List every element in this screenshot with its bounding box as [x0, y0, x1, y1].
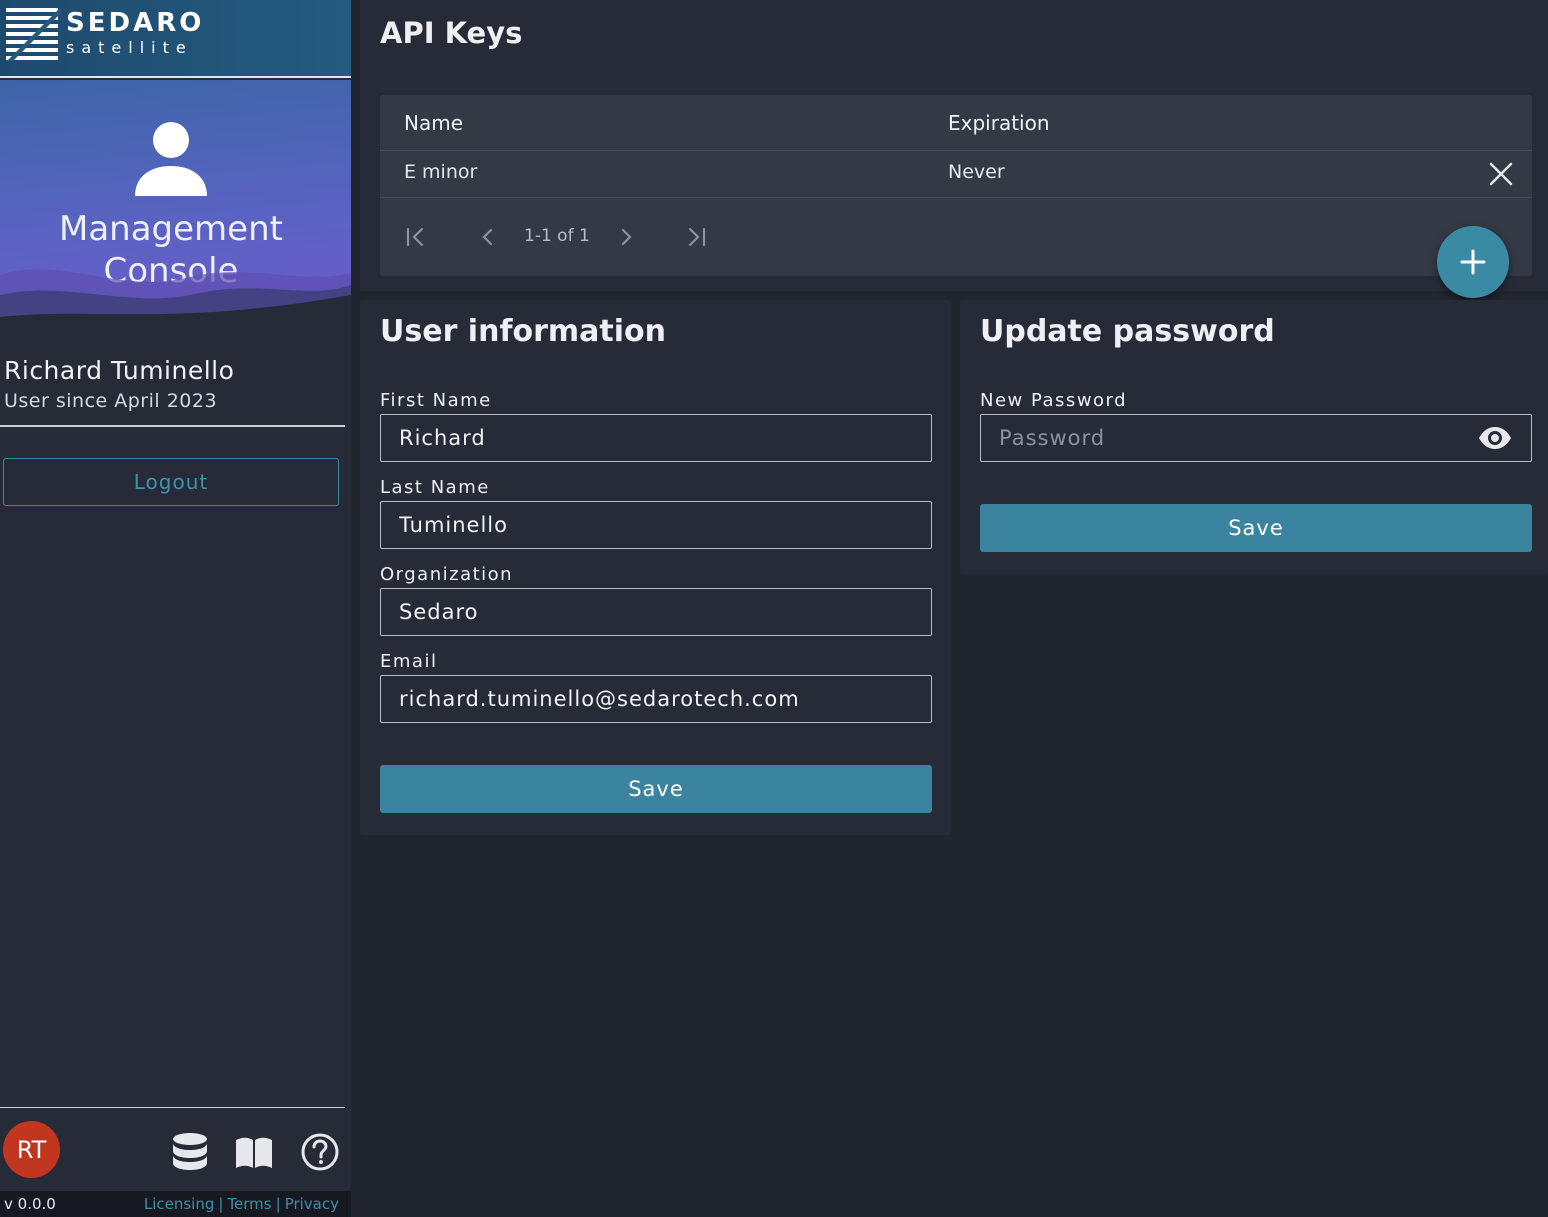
save-user-info-button[interactable]: Save: [380, 765, 932, 813]
link-separator: |: [275, 1195, 281, 1213]
show-password-icon[interactable]: [1478, 426, 1512, 450]
user-initials-badge[interactable]: RT: [3, 1121, 60, 1178]
row-divider: [380, 197, 1532, 198]
new-password-label: New Password: [980, 390, 1128, 411]
link-separator: |: [218, 1195, 224, 1213]
hero-waves: [0, 269, 351, 335]
sidebar: SEDARO satellite Management Console Rich…: [0, 0, 351, 1217]
brand-name: SEDARO: [66, 8, 205, 38]
user-avatar-icon: [135, 122, 207, 196]
app-version: v 0.0.0: [4, 1195, 56, 1213]
last-name-field[interactable]: [380, 501, 932, 549]
update-password-card: Update password New Password Save: [960, 300, 1548, 574]
brand-bar: SEDARO satellite: [0, 0, 351, 78]
update-password-title: Update password: [980, 314, 1275, 349]
last-page-icon[interactable]: [684, 225, 708, 249]
add-api-key-button[interactable]: [1437, 226, 1509, 298]
organization-label: Organization: [380, 564, 514, 585]
sidebar-footer: v 0.0.0 Licensing | Terms | Privacy: [0, 1191, 351, 1217]
database-icon[interactable]: [170, 1132, 210, 1172]
privacy-link[interactable]: Privacy: [285, 1195, 339, 1213]
sedaro-logo-icon: [6, 8, 62, 62]
user-information-title: User information: [380, 314, 666, 349]
api-key-name: E minor: [404, 161, 478, 183]
help-circle-icon[interactable]: [300, 1132, 340, 1172]
first-page-icon[interactable]: [404, 225, 428, 249]
last-name-label: Last Name: [380, 477, 490, 498]
user-name: Richard Tuminello: [4, 356, 235, 385]
licensing-link[interactable]: Licensing: [144, 1195, 215, 1213]
previous-page-icon[interactable]: [476, 225, 500, 249]
page-title: API Keys: [380, 16, 523, 50]
first-name-field[interactable]: [380, 414, 932, 462]
organization-field[interactable]: [380, 588, 932, 636]
column-header-name[interactable]: Name: [404, 111, 463, 135]
divider: [0, 425, 345, 427]
book-icon[interactable]: [234, 1132, 274, 1172]
row-divider: [380, 150, 1532, 151]
column-header-expiration[interactable]: Expiration: [948, 111, 1050, 135]
api-key-expiration: Never: [948, 161, 1005, 183]
user-information-card: User information First Name Last Name Or…: [360, 300, 951, 835]
brand-sub: satellite: [66, 38, 193, 57]
first-name-label: First Name: [380, 390, 492, 411]
plus-icon: [1460, 249, 1486, 275]
pagination-range: 1-1 of 1: [524, 226, 590, 246]
save-password-button[interactable]: Save: [980, 504, 1532, 552]
user-since: User since April 2023: [4, 390, 218, 412]
delete-key-icon[interactable]: [1488, 161, 1514, 187]
next-page-icon[interactable]: [614, 225, 638, 249]
email-label: Email: [380, 651, 438, 672]
new-password-field[interactable]: [980, 414, 1532, 462]
hero-banner: Management Console: [0, 80, 351, 335]
logout-button[interactable]: Logout: [3, 458, 339, 506]
email-field[interactable]: [380, 675, 932, 723]
api-keys-table: Name Expiration E minor Never 1-1 of 1: [380, 95, 1532, 276]
terms-link[interactable]: Terms: [227, 1195, 271, 1213]
divider: [0, 1107, 345, 1108]
footer-links: Licensing | Terms | Privacy: [144, 1195, 339, 1213]
